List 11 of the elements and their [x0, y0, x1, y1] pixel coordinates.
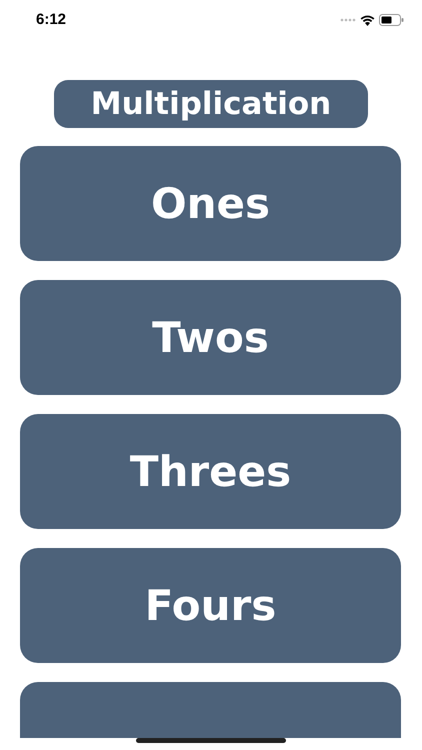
battery-icon [379, 14, 404, 26]
signal-icon [340, 18, 356, 22]
wifi-icon [360, 14, 375, 26]
home-indicator[interactable] [136, 738, 286, 743]
table-button[interactable]: Twos [20, 280, 401, 395]
table-button[interactable]: Threes [20, 414, 401, 529]
status-time: 6:12 [36, 10, 66, 30]
app-title: Multiplication [54, 80, 368, 128]
table-button[interactable]: Ones [20, 146, 401, 261]
table-button[interactable]: Fours [20, 548, 401, 663]
table-button[interactable] [20, 682, 401, 738]
